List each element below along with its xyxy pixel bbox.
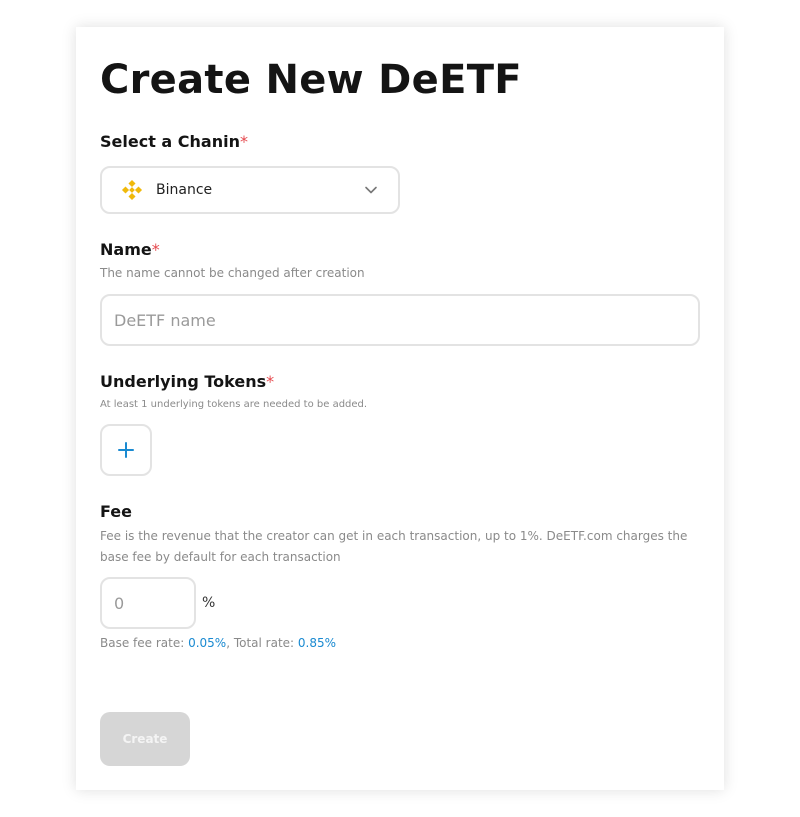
total-rate-value: 0.85% [297, 636, 337, 650]
base-fee-value: 0.05% [188, 636, 227, 650]
chain-select-value: Binance [156, 182, 213, 198]
tokens-label: Underlying Tokens* [100, 372, 274, 391]
fee-unit: % [202, 595, 216, 611]
page-title: Create New DeETF [100, 57, 522, 103]
binance-icon [121, 179, 143, 201]
fee-rates: Base fee rate: 0.05%, Total rate: 0.85% [100, 636, 336, 650]
chain-label: Select a Chanin* [100, 132, 248, 151]
required-mark: * [151, 240, 160, 259]
deetf-name-input[interactable] [100, 294, 700, 346]
create-button[interactable]: Create [100, 712, 190, 766]
chain-select[interactable]: Binance [100, 166, 400, 214]
required-mark: * [239, 132, 248, 151]
tokens-hint: At least 1 underlying tokens are needed … [100, 399, 368, 410]
fee-hint-line-1: Fee is the revenue that the creator can … [100, 529, 688, 543]
plus-icon [118, 442, 134, 458]
required-mark: * [266, 372, 275, 391]
create-deetf-card: Create New DeETF Select a Chanin* Binanc… [76, 27, 724, 790]
rates-separator: , [226, 636, 234, 650]
fee-input[interactable] [100, 577, 196, 629]
name-label-text: Name [100, 240, 152, 259]
chain-label-text: Select a Chanin [100, 132, 240, 151]
fee-hint-line-2: base fee by default for each transaction [100, 550, 341, 564]
total-rate-label: Total rate: [233, 636, 298, 650]
name-label: Name* [100, 240, 160, 259]
chevron-down-icon [365, 186, 377, 194]
fee-label: Fee [100, 502, 132, 521]
add-token-button[interactable] [100, 424, 152, 476]
tokens-label-text: Underlying Tokens [100, 372, 267, 391]
base-fee-label: Base fee rate: [100, 636, 189, 650]
name-hint: The name cannot be changed after creatio… [100, 266, 365, 280]
